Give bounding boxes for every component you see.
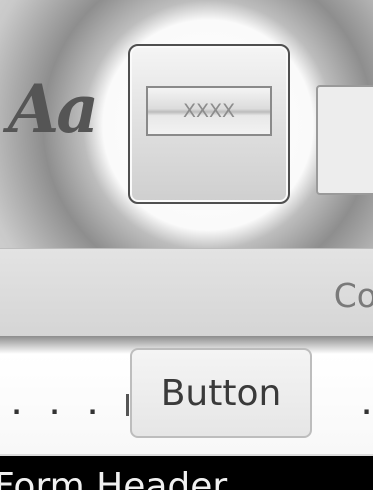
grid-dot: · [50,398,60,426]
grid-dot: · [362,398,372,426]
form-header-label: Form Header [0,466,228,490]
grid-dot: · [12,398,22,426]
button-control[interactable]: Button [130,348,312,438]
grid-dot: · [88,398,98,426]
next-gallery-button[interactable] [316,85,373,195]
form-header-bar[interactable]: Form Header [0,456,373,490]
theme-gallery-button[interactable]: XXXX [128,44,290,204]
ribbon-group-label: Co [333,276,373,315]
ribbon-group-label-band [0,248,373,337]
theme-swatch-preview: XXXX [146,86,272,136]
insertion-marker [126,394,129,416]
ribbon-design-area: Aa XXXX [0,0,373,248]
themes-aa-icon[interactable]: Aa [8,70,99,148]
